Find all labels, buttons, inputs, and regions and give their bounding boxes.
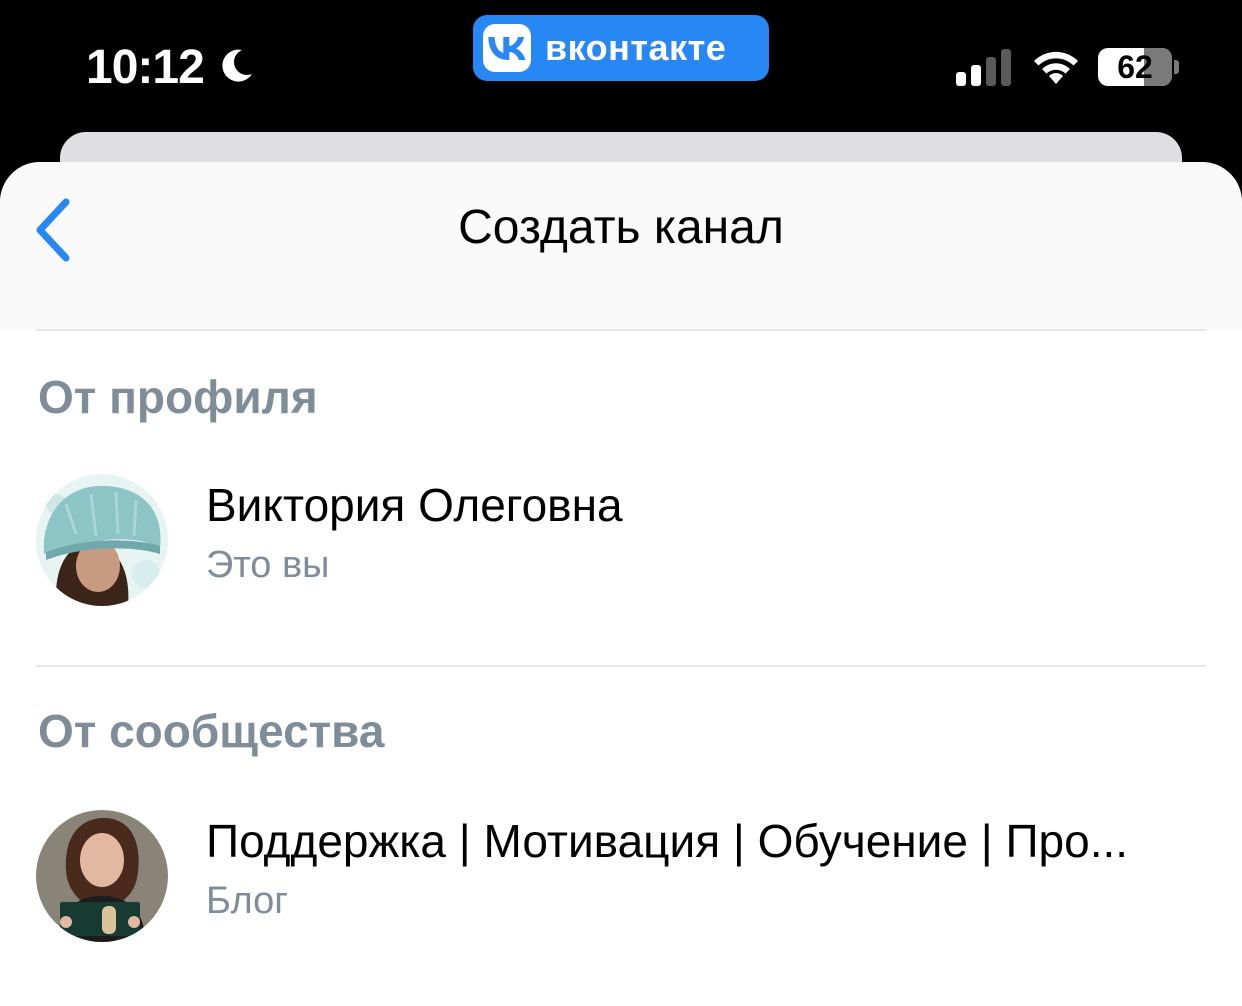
battery-nub <box>1174 60 1179 74</box>
profile-row[interactable]: Виктория Олеговна Это вы <box>0 464 1242 614</box>
create-channel-sheet: Создать канал От профиля Виктория Олегов… <box>0 162 1242 1006</box>
status-time: 10:12 <box>86 41 205 94</box>
battery-indicator: 62 <box>1098 48 1172 86</box>
vk-app-badge-label: вконтакте <box>545 27 727 68</box>
profile-name: Виктория Олеговна <box>206 479 623 531</box>
vk-logo-icon <box>483 24 531 72</box>
divider <box>36 665 1206 667</box>
community-name: Поддержка | Мотивация | Обучение | Про..… <box>206 815 1129 867</box>
avatar <box>36 810 168 942</box>
vk-app-badge[interactable]: вконтакте <box>473 15 769 81</box>
wifi-icon <box>1034 51 1078 84</box>
divider <box>36 329 1206 331</box>
battery-level: 62 <box>1117 48 1153 85</box>
navigation-bar: Создать канал <box>0 162 1242 330</box>
community-row[interactable]: Поддержка | Мотивация | Обучение | Про..… <box>0 800 1242 950</box>
moon-icon <box>222 49 252 82</box>
profile-subtitle: Это вы <box>206 544 330 586</box>
avatar <box>36 474 168 606</box>
page-title: Создать канал <box>458 201 784 254</box>
section-header-community: От сообщества <box>38 705 385 757</box>
cellular-signal-icon <box>956 49 1011 86</box>
section-header-profile: От профиля <box>38 371 318 423</box>
status-bar: 10:12 вконтакте 62 <box>0 0 1242 130</box>
community-subtitle: Блог <box>206 880 289 922</box>
